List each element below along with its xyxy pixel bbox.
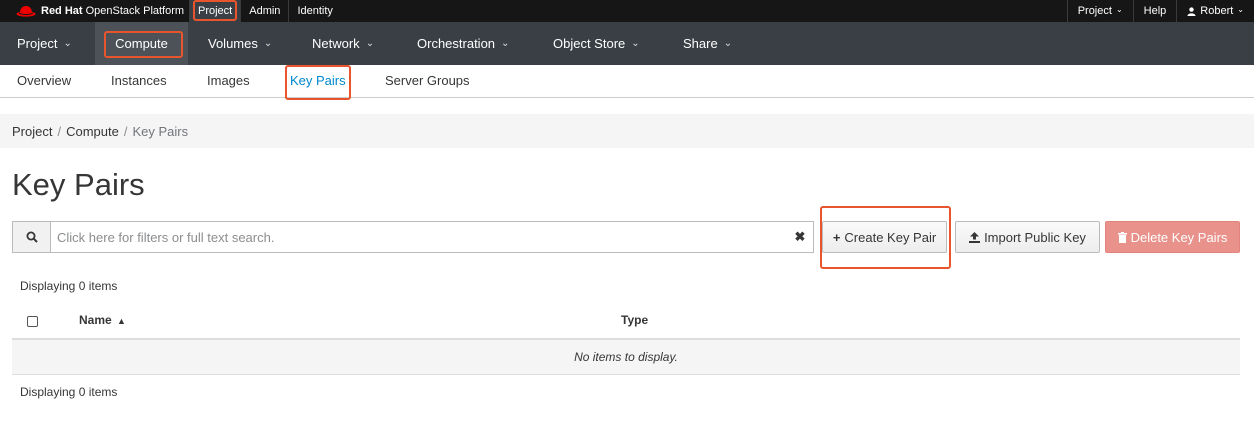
main-nav-object-store[interactable]: Object Store ⌄ bbox=[536, 22, 666, 65]
brand-product: OpenStack Platform bbox=[85, 5, 185, 17]
red-hat-logo-icon bbox=[16, 6, 36, 17]
main-nav-object-store-label: Object Store bbox=[553, 36, 626, 51]
search-icon bbox=[26, 231, 38, 243]
main-nav-compute[interactable]: Compute bbox=[95, 22, 188, 65]
item-count-top: Displaying 0 items bbox=[20, 279, 118, 293]
search-addon[interactable] bbox=[13, 222, 51, 252]
chevron-down-icon: ⌄ bbox=[63, 38, 72, 49]
main-nav-share[interactable]: Share ⌄ bbox=[666, 22, 749, 65]
page-title: Key Pairs bbox=[12, 167, 145, 202]
top-bar: Red Hat OpenStack Platform Project Admin… bbox=[0, 0, 1254, 22]
main-nav-share-label: Share bbox=[683, 36, 718, 51]
empty-message: No items to display. bbox=[574, 350, 678, 364]
breadcrumb: Project / Compute / Key Pairs bbox=[0, 114, 1254, 148]
create-key-pair-button[interactable]: + Create Key Pair bbox=[822, 221, 947, 253]
table-header: Name ▲ Type bbox=[12, 304, 1240, 340]
import-public-key-label: Import Public Key bbox=[984, 229, 1086, 245]
top-nav: Project Admin Identity bbox=[189, 0, 341, 22]
chevron-down-icon: ⌄ bbox=[501, 38, 510, 49]
column-name-label: Name bbox=[79, 313, 112, 327]
main-nav-project[interactable]: Project ⌄ bbox=[0, 22, 95, 65]
main-nav-network-label: Network bbox=[312, 36, 360, 51]
sort-ascending-icon: ▲ bbox=[117, 316, 126, 326]
search-input[interactable] bbox=[51, 222, 787, 252]
main-nav-orchestration-label: Orchestration bbox=[417, 36, 496, 51]
breadcrumb-project[interactable]: Project bbox=[12, 124, 52, 139]
trash-icon bbox=[1117, 231, 1127, 243]
sub-nav: Overview Instances Images Key Pairs Serv… bbox=[0, 65, 1254, 98]
column-type[interactable]: Type bbox=[621, 304, 648, 338]
main-nav-volumes-label: Volumes bbox=[208, 36, 258, 51]
chevron-down-icon: ⌄ bbox=[263, 38, 273, 49]
import-public-key-button[interactable]: Import Public Key bbox=[955, 221, 1100, 253]
main-nav-orchestration[interactable]: Orchestration ⌄ bbox=[400, 22, 536, 65]
user-icon bbox=[1187, 6, 1196, 16]
plus-icon: + bbox=[832, 229, 841, 245]
search-bar: ✖ bbox=[12, 221, 814, 253]
tab-key-pairs[interactable]: Key Pairs bbox=[290, 65, 346, 97]
project-dropdown-label: Project bbox=[1077, 5, 1112, 17]
tab-images[interactable]: Images bbox=[207, 65, 250, 97]
brand-logo[interactable]: Red Hat OpenStack Platform bbox=[16, 0, 184, 22]
empty-table-row: No items to display. bbox=[12, 340, 1240, 375]
chevron-down-icon: ⌄ bbox=[1237, 5, 1244, 14]
tab-server-groups[interactable]: Server Groups bbox=[385, 65, 470, 97]
top-nav-identity[interactable]: Identity bbox=[288, 0, 340, 22]
user-menu[interactable]: Robert ⌄ bbox=[1176, 0, 1254, 22]
top-right-menu: Project ⌄ Help Robert ⌄ bbox=[1066, 0, 1254, 22]
tab-instances[interactable]: Instances bbox=[111, 65, 167, 97]
main-nav-project-label: Project bbox=[17, 36, 58, 51]
chevron-down-icon: ⌄ bbox=[631, 38, 640, 49]
delete-key-pairs-label: Delete Key Pairs bbox=[1130, 229, 1228, 245]
brand-bold: Red Hat bbox=[41, 5, 83, 17]
main-nav-network[interactable]: Network ⌄ bbox=[295, 22, 400, 65]
user-name: Robert bbox=[1200, 5, 1234, 17]
chevron-down-icon: ⌄ bbox=[723, 38, 733, 49]
delete-key-pairs-button[interactable]: Delete Key Pairs bbox=[1105, 221, 1240, 253]
column-name[interactable]: Name ▲ bbox=[79, 304, 126, 338]
clear-search-icon[interactable]: ✖ bbox=[787, 222, 813, 252]
chevron-down-icon: ⌄ bbox=[365, 38, 375, 49]
main-nav-compute-label: Compute bbox=[115, 36, 168, 51]
help-link[interactable]: Help bbox=[1132, 0, 1177, 22]
top-nav-project[interactable]: Project bbox=[189, 0, 241, 22]
top-nav-admin[interactable]: Admin bbox=[240, 0, 288, 22]
upload-icon bbox=[969, 231, 981, 243]
breadcrumb-key-pairs: Key Pairs bbox=[132, 123, 189, 139]
item-count-bottom: Displaying 0 items bbox=[20, 385, 118, 399]
tab-overview[interactable]: Overview bbox=[17, 65, 71, 97]
select-all-checkbox[interactable] bbox=[27, 316, 38, 327]
chevron-down-icon: ⌄ bbox=[1115, 5, 1123, 14]
create-key-pair-label: Create Key Pair bbox=[844, 229, 937, 245]
project-dropdown[interactable]: Project ⌄ bbox=[1066, 0, 1133, 22]
breadcrumb-compute[interactable]: Compute bbox=[66, 124, 119, 139]
main-nav: Project ⌄ Compute Volumes ⌄ Network ⌄ Orche… bbox=[0, 22, 1254, 65]
main-nav-volumes[interactable]: Volumes ⌄ bbox=[188, 22, 295, 65]
